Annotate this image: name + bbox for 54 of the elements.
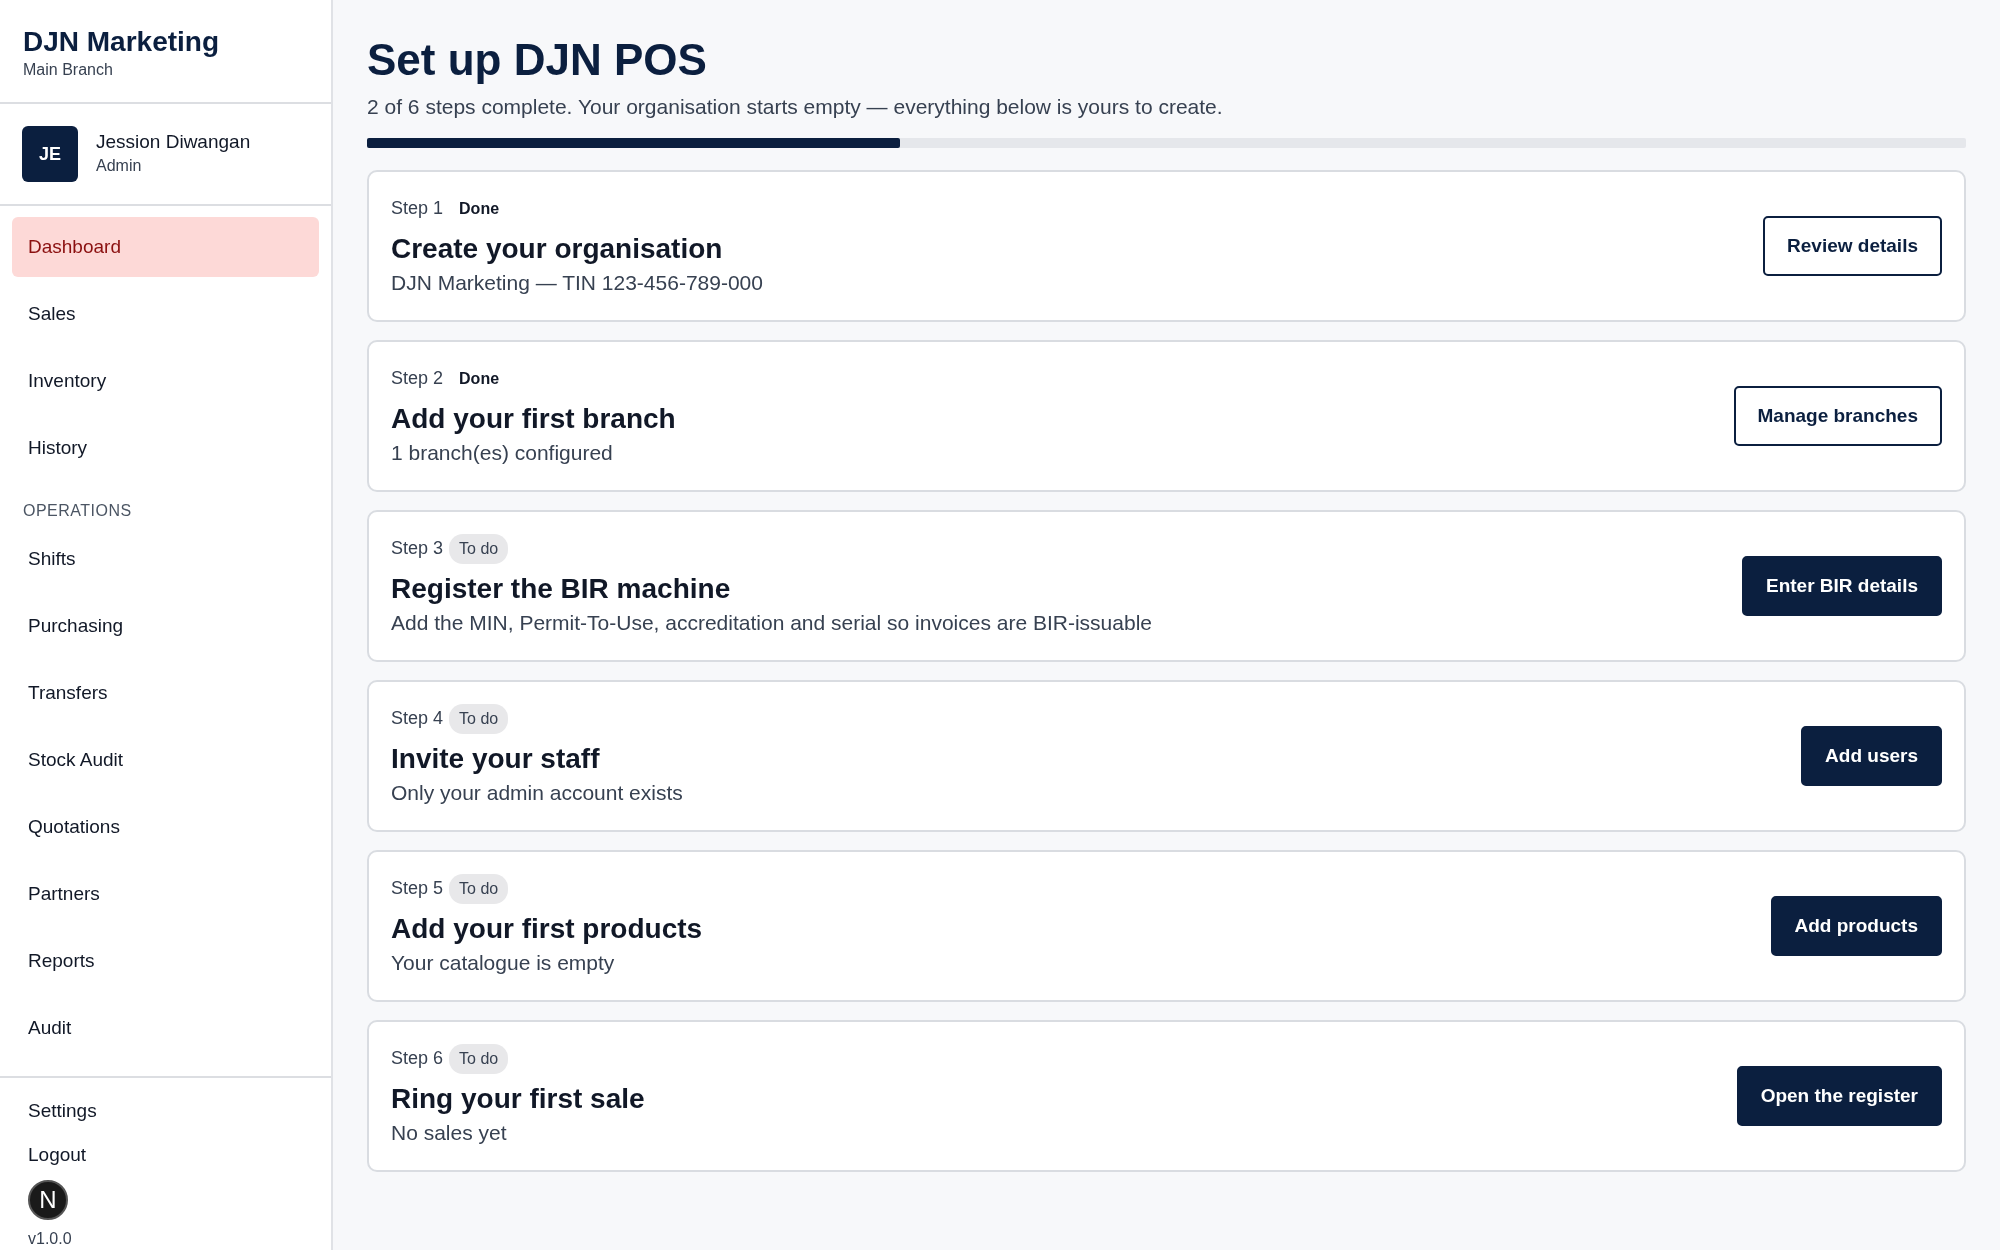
sidebar-item[interactable]: Sales (12, 284, 319, 345)
step-number: Step 4 (391, 707, 444, 731)
sidebar-item[interactable]: Audit (12, 998, 319, 1059)
step-title: Create your organisation (391, 231, 724, 266)
status-label: To do (449, 533, 509, 564)
step-title: Invite your staff (391, 741, 601, 776)
status-label: To do (449, 703, 509, 734)
step-description: 1 branch(es) configured (391, 440, 614, 467)
step-action-button[interactable]: Manage branches (1733, 386, 1942, 447)
user-avatar: JE (22, 126, 78, 183)
step-description: Only your admin account exists (391, 780, 683, 807)
sidebar-item[interactable]: Stock Audit (12, 730, 319, 791)
step-action-button[interactable]: Review details (1763, 216, 1942, 277)
step-action-button[interactable]: Add products (1770, 896, 1942, 957)
sidebar-item[interactable]: History (12, 418, 319, 479)
sidebar-item[interactable]: Purchasing (12, 596, 319, 657)
step-description: No sales yet (391, 1120, 508, 1147)
step-action-button[interactable]: Enter BIR details (1741, 556, 1942, 617)
user-role: Admin (96, 155, 143, 176)
status-label: To do (449, 1043, 509, 1074)
step-description: DJN Marketing — TIN 123-456-789-000 (391, 270, 763, 297)
version-label: v1.0.0 (27, 1229, 73, 1250)
status-label: Done (458, 198, 501, 219)
step-number: Step 2 (391, 367, 444, 391)
sidebar-item[interactable]: Settings (12, 1089, 113, 1134)
sidebar-item[interactable]: Reports (12, 931, 319, 992)
branch-name: Main Branch (23, 60, 114, 81)
dev-tools-badge[interactable]: N (28, 1180, 68, 1220)
user-name: Jession Diwangan (96, 130, 251, 154)
step-description: Add the MIN, Permit-To-Use, accreditation and serial so invoices are BIR-issuable (391, 610, 1152, 637)
step-description: Your catalogue is empty (391, 950, 616, 977)
sidebar-item[interactable]: Inventory (12, 351, 319, 412)
sidebar-item[interactable]: Partners (12, 864, 319, 925)
status-label: Done (458, 368, 501, 389)
step-action-button[interactable]: Open the register (1736, 1066, 1942, 1127)
page-title: Set up DJN POS (367, 34, 708, 86)
step-number: Step 6 (391, 1047, 444, 1071)
step-action-button[interactable]: Add users (1801, 726, 1942, 787)
step-number: Step 1 (391, 197, 444, 221)
sidebar-item[interactable]: Dashboard (12, 217, 319, 278)
sidebar-item[interactable]: Transfers (12, 663, 319, 724)
step-title: Add your first products (391, 911, 703, 946)
nav-section-label: OPERATIONS (22, 501, 133, 522)
sidebar-item[interactable]: Shifts (12, 529, 319, 590)
sidebar-item[interactable]: Logout (12, 1133, 103, 1178)
step-number: Step 3 (391, 537, 444, 561)
brand-name: DJN Marketing (23, 26, 221, 59)
step-title: Ring your first sale (391, 1081, 645, 1116)
step-number: Step 5 (391, 877, 444, 901)
step-title: Register the BIR machine (391, 571, 732, 606)
progress-summary: 2 of 6 steps complete. Your organisation starts empty — everything below is yours to create. (367, 93, 1224, 120)
status-label: To do (449, 873, 509, 904)
sidebar-item[interactable]: Quotations (12, 797, 319, 858)
step-title: Add your first branch (391, 401, 676, 436)
